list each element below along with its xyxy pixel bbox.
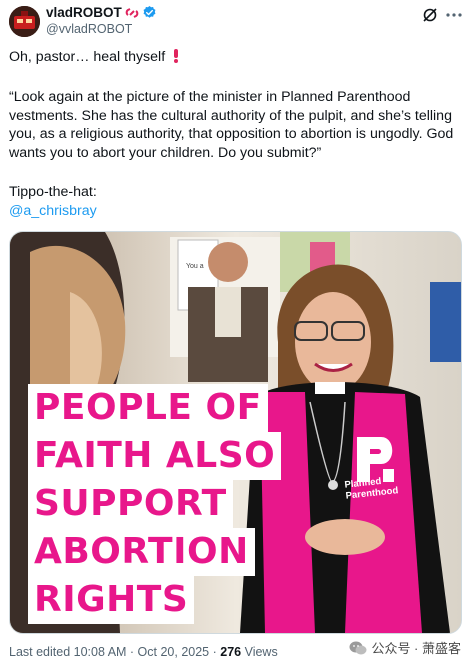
avatar[interactable] [9,6,40,37]
tweet-header: vladROBOT @vvladROBOT [0,0,470,46]
link-emoji-icon [125,7,139,18]
handle[interactable]: @vvladROBOT [46,22,132,36]
overlay-line-1: PEOPLE OF [28,384,268,432]
overlay-caption: PEOPLE OF FAITH ALSO SUPPORT ABORTION RI… [28,384,282,624]
overlay-line-3: SUPPORT [28,480,233,528]
grok-icon[interactable] [422,7,438,23]
more-icon[interactable] [445,7,463,23]
watermark-text: 公众号 · 萧盛客 [371,641,461,656]
tweet-quote: “Look again at the picture of the minist… [9,89,454,161]
edited-timestamp[interactable]: Last edited 10:08 AM · Oct 20, 2025 · [9,645,220,659]
overlay-line-4: ABORTION [28,528,255,576]
tweet-image[interactable]: You a Planned Parenthood PEOPLE OF FAITH… [9,231,462,634]
views-label: Views [241,645,278,659]
display-name[interactable]: vladROBOT [46,5,122,20]
tweet-line-1-text: Oh, pastor… heal thyself [9,49,166,65]
mention-link[interactable]: @a_chrisbray [9,202,97,221]
wechat-icon [349,641,367,654]
sign-text: You a [186,263,204,270]
tweet-attribution: Tippo-the-hat: [9,184,97,200]
tweet-footer: Last edited 10:08 AM · Oct 20, 2025 · 27… [9,645,278,659]
avatar-icon [9,6,40,37]
verified-badge-icon [143,5,156,18]
overlay-line-5: RIGHTS [28,576,195,624]
tweet-line-1: Oh, pastor… heal thyself [9,48,180,67]
views-count: 276 [220,645,242,659]
watermark: 公众号 · 萧盛客 [349,638,461,657]
overlay-line-2: FAITH ALSO [28,432,282,480]
exclamation-emoji-icon [174,49,179,63]
